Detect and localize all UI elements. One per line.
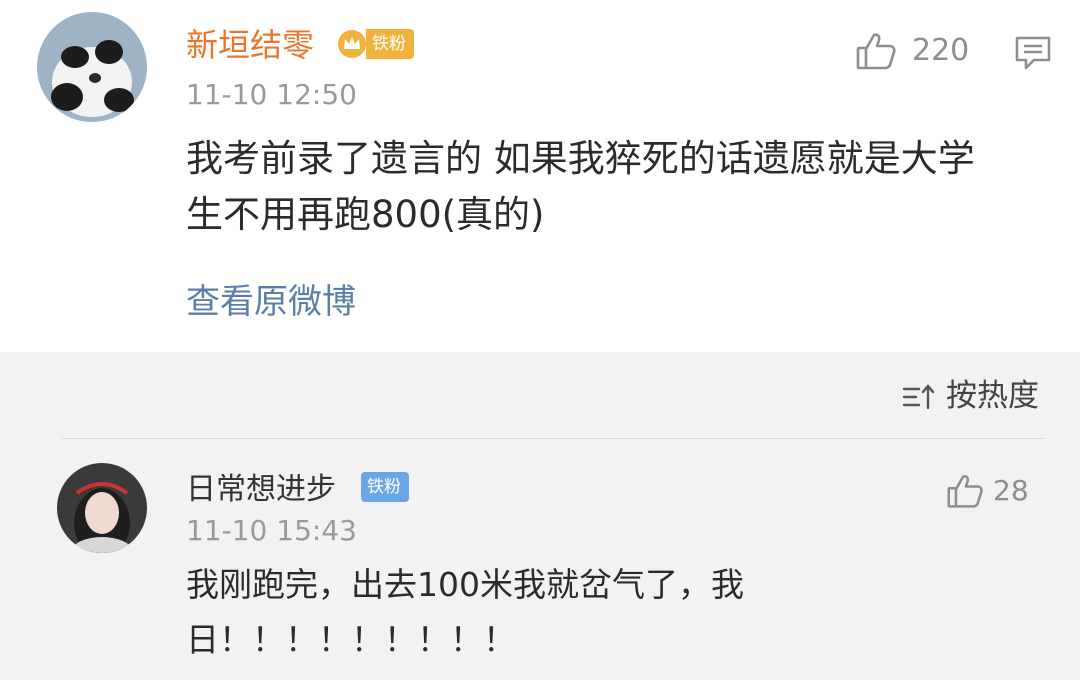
reply-like-count: 28 xyxy=(993,474,1029,507)
main-comment-text-line-2: 生不用再跑800(真的) xyxy=(186,193,545,236)
thumbs-up-icon[interactable] xyxy=(946,472,984,510)
reply-text-line-1: 我刚跑完，出去100米我就岔气了，我 xyxy=(186,565,744,604)
main-comment-timestamp: 11-10 12:50 xyxy=(186,78,357,111)
main-comment-fan-badge: 铁粉 xyxy=(366,29,414,59)
reply-text-line-2: 日！！！！！！！！！ xyxy=(186,620,516,659)
sort-by-hot-button[interactable]: 按热度 xyxy=(946,376,1039,416)
main-comment-text-line-1: 我考前录了遗言的 如果我猝死的话遗愿就是大学 xyxy=(186,137,975,180)
main-comment-like-count: 220 xyxy=(912,33,970,68)
main-comment-avatar[interactable] xyxy=(37,12,147,122)
reply-timestamp: 11-10 15:43 xyxy=(186,514,357,547)
reply-fan-badge: 铁粉 xyxy=(361,472,409,502)
replies-section: 按热度 日常想进步 铁粉 11-10 15:43 28 我刚跑完，出去100米我… xyxy=(0,352,1080,680)
section-divider xyxy=(62,438,1044,439)
comment-icon[interactable] xyxy=(1014,35,1052,71)
crown-icon xyxy=(337,29,367,59)
view-original-link[interactable]: 查看原微博 xyxy=(186,274,356,323)
reply-username[interactable]: 日常想进步 xyxy=(186,470,336,510)
thumbs-up-icon[interactable] xyxy=(855,30,897,72)
reply-avatar[interactable] xyxy=(57,463,147,553)
main-comment-username[interactable]: 新垣结零 xyxy=(186,25,314,65)
main-comment-card: 新垣结零 铁粉 11-10 12:50 220 我考前录了遗言的 如果我猝死的话… xyxy=(0,0,1080,352)
sort-icon[interactable] xyxy=(901,382,937,412)
